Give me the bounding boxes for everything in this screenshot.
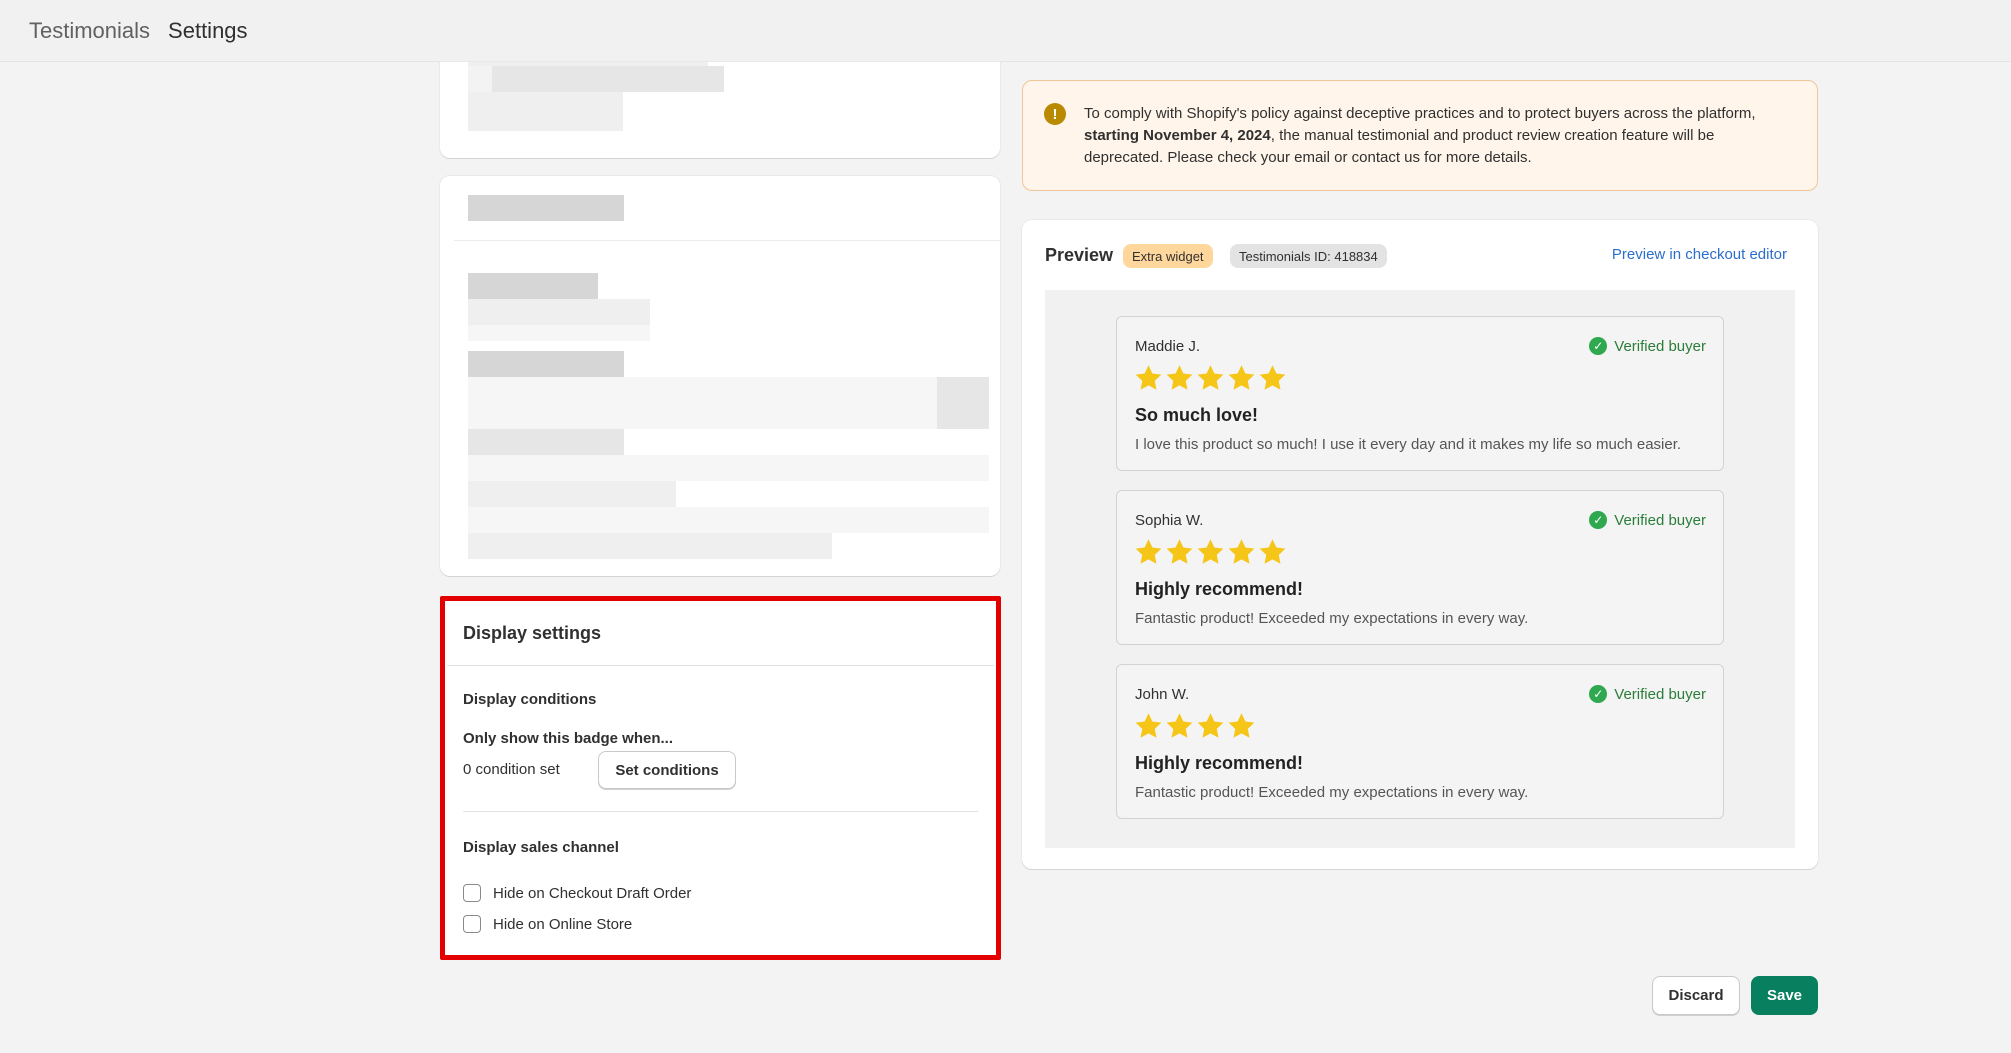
verified-badge: ✓ Verified buyer [1589,511,1706,529]
star-rating [1133,537,1288,567]
review-card: Maddie J. ✓ Verified buyer So much love! I l… [1116,316,1724,471]
page-title: Settings [168,17,248,43]
deprecation-banner: ! To comply with Shopify's policy agains… [1022,80,1818,191]
star-icon [1166,713,1193,738]
blurred-text [468,66,492,92]
review-title: Highly recommend! [1135,753,1304,773]
blurred-text [468,325,650,341]
display-sales-channel-heading: Display sales channel [463,839,619,856]
star-icon [1228,539,1255,564]
star-icon [1197,713,1224,738]
display-conditions-heading: Display conditions [463,691,597,708]
checkbox-row-hide-draft-order[interactable]: Hide on Checkout Draft Order [463,884,691,902]
blurred-field [468,507,989,533]
preview-area: Maddie J. ✓ Verified buyer So much love! I l… [1045,290,1795,848]
blurred-field [937,377,989,429]
hide-online-store-checkbox[interactable] [463,915,481,933]
hide-draft-order-label: Hide on Checkout Draft Order [493,884,692,902]
save-button[interactable]: Save [1751,976,1818,1015]
blurred-field [468,455,989,481]
blurred-label [468,429,624,455]
blurred-text [468,118,623,131]
blurred-heading [468,195,624,221]
review-body: Fantastic product! Exceeded my expectati… [1135,610,1529,627]
star-rating [1133,711,1257,741]
only-show-label: Only show this badge when... [463,730,674,747]
reviewer-name: Maddie J. [1135,338,1201,355]
reviewer-name: Sophia W. [1135,512,1204,529]
star-icon [1228,713,1255,738]
preview-card: Preview Extra widget Testimonials ID: 41… [1022,220,1818,869]
verified-label: Verified buyer [1614,337,1706,355]
display-settings-card: Display settings Display conditions Only… [440,596,1001,960]
blurred-text [492,66,724,92]
review-card: Sophia W. ✓ Verified buyer Highly recommend… [1116,490,1724,645]
top-bar: Testimonials Settings [0,0,2011,62]
hide-online-store-label: Hide on Online Store [493,915,633,933]
display-settings-title: Display settings [463,623,602,643]
star-icon [1259,365,1286,390]
breadcrumb-testimonials[interactable]: Testimonials [29,18,150,44]
banner-text-part: To comply with Shopify's policy against … [1084,105,1756,122]
blurred-text [468,92,623,118]
star-icon [1135,539,1162,564]
divider [463,811,978,812]
blurred-field [468,403,937,429]
star-icon [1228,365,1255,390]
review-card: John W. ✓ Verified buyer Highly recommend! F… [1116,664,1724,819]
testimonials-id-badge: Testimonials ID: 418834 [1230,244,1387,268]
star-icon [1259,539,1286,564]
banner-date: starting November 4, 2024 [1084,127,1271,144]
star-rating [1133,363,1288,393]
condition-count: 0 condition set [463,761,560,778]
set-conditions-button[interactable]: Set conditions [598,751,736,789]
blurred-text [468,533,832,559]
card-divider [454,240,1000,241]
verified-label: Verified buyer [1614,511,1706,529]
star-icon [1166,539,1193,564]
star-icon [1166,365,1193,390]
review-body: I love this product so much! I use it ev… [1135,436,1682,453]
blurred-card-middle [440,176,1000,576]
review-body: Fantastic product! Exceeded my expectati… [1135,784,1529,801]
banner-text: To comply with Shopify's policy against … [1084,103,1794,169]
blurred-card-top [440,62,1000,158]
verified-badge: ✓ Verified buyer [1589,337,1706,355]
preview-in-checkout-editor-link[interactable]: Preview in checkout editor [1612,246,1787,263]
divider [447,665,994,666]
star-icon [1135,713,1162,738]
hide-draft-order-checkbox[interactable] [463,884,481,902]
verified-badge: ✓ Verified buyer [1589,685,1706,703]
checkmark-circle-icon: ✓ [1589,337,1608,355]
blurred-field [468,377,989,403]
blurred-label [468,351,624,377]
preview-title: Preview [1045,245,1114,265]
checkbox-row-hide-online-store[interactable]: Hide on Online Store [463,915,632,933]
blurred-text [468,481,676,507]
checkmark-circle-icon: ✓ [1589,511,1608,529]
blurred-text [468,299,650,325]
exclamation-icon: ! [1044,103,1066,125]
star-icon [1135,365,1162,390]
star-icon [1197,539,1224,564]
blurred-label [468,273,598,299]
verified-label: Verified buyer [1614,685,1706,703]
star-icon [1197,365,1224,390]
discard-button[interactable]: Discard [1652,976,1740,1015]
reviewer-name: John W. [1135,686,1190,703]
checkmark-circle-icon: ✓ [1589,685,1608,703]
review-title: So much love! [1135,405,1259,425]
extra-widget-badge: Extra widget [1123,244,1213,268]
review-title: Highly recommend! [1135,579,1304,599]
